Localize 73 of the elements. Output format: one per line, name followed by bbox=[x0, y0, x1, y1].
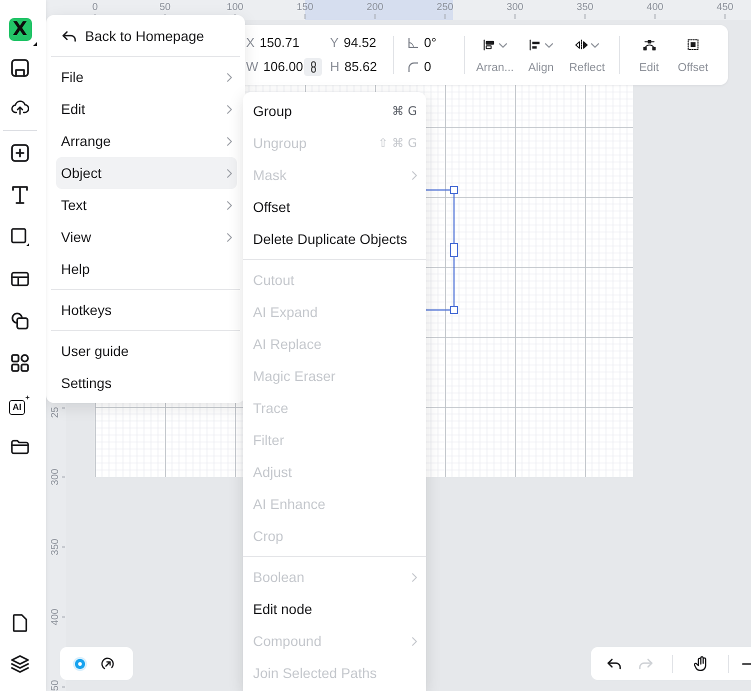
ruler-label: 350 bbox=[576, 2, 594, 13]
menu-item[interactable]: User guide bbox=[56, 335, 237, 367]
shortcut-label: ⇧ ⌘ G bbox=[378, 136, 417, 150]
angle-icon bbox=[408, 38, 418, 48]
menu-item[interactable]: Settings bbox=[56, 367, 237, 399]
ruler-label: 0 bbox=[92, 2, 98, 13]
axis-label: H bbox=[330, 58, 340, 76]
ruler-label: 200 bbox=[366, 2, 384, 13]
layout-icon[interactable] bbox=[10, 270, 28, 288]
menu-item[interactable]: Edit node bbox=[243, 593, 426, 625]
cloud-upload-icon[interactable] bbox=[10, 99, 28, 117]
menu-item[interactable]: Group ⌘ G bbox=[243, 95, 426, 127]
ruler-label: 400 bbox=[646, 2, 664, 13]
text-tool-icon[interactable] bbox=[10, 186, 28, 204]
ruler-label: 450 bbox=[716, 2, 734, 13]
corner-radius-field[interactable]: 0 bbox=[424, 57, 432, 77]
ruler-label: 300 bbox=[506, 2, 524, 13]
back-to-homepage-item[interactable]: Back to Homepage bbox=[56, 20, 237, 52]
undo-icon[interactable] bbox=[607, 658, 621, 670]
value-field[interactable]: 85.62 bbox=[344, 57, 377, 77]
app-logo[interactable]: X bbox=[8, 18, 32, 41]
reflect-icon bbox=[575, 39, 588, 51]
apps-grid-icon[interactable] bbox=[10, 354, 28, 372]
align-left-icon bbox=[529, 39, 542, 51]
resize-handle[interactable] bbox=[450, 306, 458, 314]
axis-label: W bbox=[246, 58, 258, 76]
link-icon bbox=[310, 61, 316, 73]
aspect-lock-button[interactable] bbox=[304, 58, 322, 76]
shortcut-label: ⌘ G bbox=[392, 104, 417, 118]
dot-ring-icon[interactable] bbox=[73, 656, 87, 670]
resize-handle[interactable] bbox=[450, 242, 458, 258]
ai-tools-button[interactable]: AI bbox=[9, 400, 25, 415]
corner-radius-icon bbox=[408, 62, 418, 72]
ruler-label: 25 bbox=[50, 406, 61, 418]
arrow-circle-icon[interactable] bbox=[101, 656, 115, 670]
ruler-label: 100 bbox=[226, 2, 244, 13]
file-icon[interactable] bbox=[10, 614, 28, 632]
menu-item[interactable]: Edit bbox=[56, 93, 237, 125]
ruler-label: 150 bbox=[296, 2, 314, 13]
axis-label: X bbox=[246, 34, 255, 52]
menu-item[interactable]: View bbox=[56, 221, 237, 253]
value-field[interactable]: 94.52 bbox=[344, 33, 376, 53]
menu-item[interactable]: Hotkeys bbox=[56, 294, 237, 326]
save-icon[interactable] bbox=[10, 59, 28, 77]
menu-item[interactable]: Help bbox=[56, 253, 237, 285]
resize-handle[interactable] bbox=[450, 186, 458, 194]
value-field[interactable]: 106.00 bbox=[263, 57, 304, 77]
arrange-icon bbox=[483, 39, 496, 51]
offset-icon bbox=[686, 39, 700, 51]
add-square-icon[interactable] bbox=[10, 144, 28, 162]
menu-item[interactable]: Arrange bbox=[56, 125, 237, 157]
menu-item[interactable]: File bbox=[56, 61, 237, 93]
rotation-field[interactable]: 0° bbox=[424, 33, 436, 53]
shapes-icon[interactable] bbox=[10, 312, 28, 330]
folder-icon[interactable] bbox=[10, 438, 28, 456]
back-arrow-icon bbox=[62, 30, 76, 42]
rectangle-tool-icon[interactable] bbox=[10, 228, 28, 246]
menu-item[interactable]: Delete Duplicate Objects bbox=[243, 223, 426, 255]
value-field[interactable]: 150.71 bbox=[260, 33, 300, 53]
ruler-label: 50 bbox=[50, 680, 61, 691]
ruler-label: 300 bbox=[50, 468, 61, 486]
menu-item[interactable]: Offset bbox=[243, 191, 426, 223]
bezier-nodes-icon bbox=[642, 39, 656, 51]
layers-icon[interactable] bbox=[10, 655, 28, 673]
menu-item[interactable]: Object bbox=[56, 157, 237, 189]
ruler-label: 250 bbox=[436, 2, 454, 13]
corner-triangle-icon bbox=[32, 42, 36, 46]
ruler-label: 350 bbox=[50, 538, 61, 556]
sparkle-icon bbox=[25, 395, 30, 400]
menu-item[interactable]: Text bbox=[56, 189, 237, 221]
ruler-label: 50 bbox=[159, 2, 171, 13]
axis-label: Y bbox=[330, 34, 339, 52]
ruler-label: 400 bbox=[50, 608, 61, 626]
